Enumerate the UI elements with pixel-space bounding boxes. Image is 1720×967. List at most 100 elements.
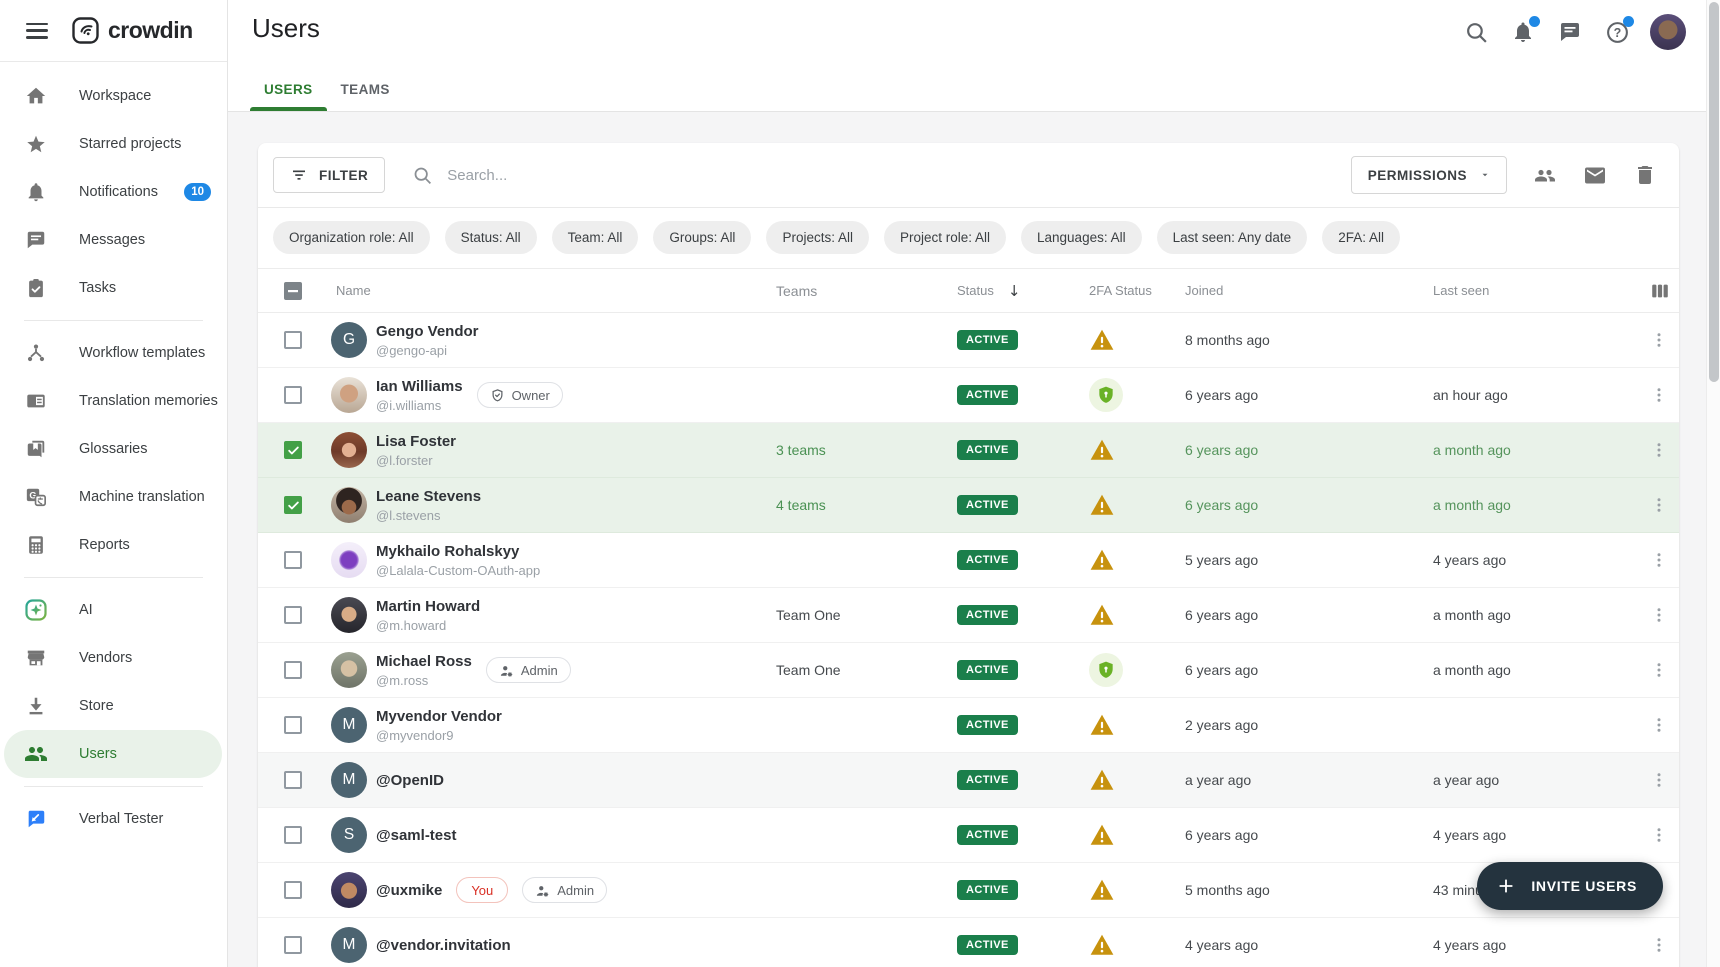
row-menu-icon[interactable] (1649, 493, 1669, 517)
user-name: Michael Ross (376, 653, 472, 670)
svg-text:?: ? (1613, 25, 1621, 39)
row-checkbox[interactable] (284, 716, 302, 734)
table-row[interactable]: Mykhailo Rohalskyy@Lalala-Custom-OAuth-a… (258, 533, 1679, 588)
table-row[interactable]: Martin Howard@m.howardTeam OneACTIVE6 ye… (258, 588, 1679, 643)
filter-chip-last-seen[interactable]: Last seen: Any date (1157, 221, 1308, 254)
row-menu-icon[interactable] (1649, 658, 1669, 682)
sidebar-item-users[interactable]: Users (4, 730, 222, 778)
table-row[interactable]: Leane Stevens@l.stevens4 teamsACTIVE6 ye… (258, 478, 1679, 533)
notifications-icon[interactable] (1510, 19, 1536, 45)
filter-button[interactable]: FILTER (273, 157, 385, 193)
row-menu-icon[interactable] (1649, 768, 1669, 792)
admin-chip: Admin (522, 877, 607, 903)
row-checkbox[interactable] (284, 936, 302, 954)
row-menu-icon[interactable] (1649, 823, 1669, 847)
column-settings-icon[interactable] (1648, 279, 1672, 303)
row-menu-icon[interactable] (1649, 383, 1669, 407)
hamburger-menu-icon[interactable] (26, 23, 48, 39)
messages-icon[interactable] (1557, 19, 1583, 45)
crowdin-logo[interactable]: crowdin (72, 17, 193, 44)
table-row[interactable]: S@saml-testACTIVE6 years ago4 years ago (258, 808, 1679, 863)
sidebar-item-workflow-templates[interactable]: Workflow templates (0, 329, 227, 377)
avatar (331, 652, 367, 688)
sidebar-item-tasks[interactable]: Tasks (0, 264, 227, 312)
filter-chip-project-role[interactable]: Project role: All (884, 221, 1006, 254)
user-name: @OpenID (376, 772, 444, 789)
table-row[interactable]: M@vendor.invitationACTIVE4 years ago4 ye… (258, 918, 1679, 967)
sidebar-item-ai[interactable]: AI (0, 586, 227, 634)
table-row[interactable]: M@OpenIDACTIVEa year agoa year ago (258, 753, 1679, 808)
table-row[interactable]: Lisa Foster@l.forster3 teamsACTIVE6 year… (258, 423, 1679, 478)
filter-chip-projects[interactable]: Projects: All (766, 221, 869, 254)
sidebar-item-vendors[interactable]: Vendors (0, 634, 227, 682)
invite-users-button[interactable]: INVITE USERS (1477, 862, 1663, 910)
sidebar-item-machine-translation[interactable]: GMachine translation (0, 473, 227, 521)
table-row[interactable]: @uxmikeYouAdminACTIVE5 months ago43 minu… (258, 863, 1679, 918)
tab-teams[interactable]: TEAMS (327, 67, 404, 111)
row-menu-icon[interactable] (1649, 548, 1669, 572)
page-scrollbar[interactable] (1706, 0, 1720, 967)
status-badge: ACTIVE (957, 935, 1018, 955)
row-checkbox[interactable] (284, 771, 302, 789)
select-all-checkbox[interactable] (284, 282, 302, 300)
sidebar-item-messages[interactable]: Messages (0, 216, 227, 264)
user-name-block: Michael Ross@m.ross (376, 653, 472, 688)
2fa-warning-icon (1089, 437, 1115, 463)
filter-chip-organization-role[interactable]: Organization role: All (273, 221, 430, 254)
table-row[interactable]: MMyvendor Vendor@myvendor9ACTIVE2 years … (258, 698, 1679, 753)
avatar: M (331, 762, 367, 798)
row-checkbox[interactable] (284, 331, 302, 349)
table-row[interactable]: GGengo Vendor@gengo-apiACTIVE8 months ag… (258, 313, 1679, 368)
last-seen-cell: a year ago (1433, 772, 1648, 788)
row-checkbox[interactable] (284, 881, 302, 899)
user-avatar[interactable] (1650, 14, 1686, 50)
row-checkbox[interactable] (284, 661, 302, 679)
column-header-status[interactable]: Status↓ (957, 282, 1078, 300)
sidebar-item-verbal-tester[interactable]: Verbal Tester (0, 795, 227, 843)
invite-users-label: INVITE USERS (1531, 878, 1637, 894)
filter-chip-languages[interactable]: Languages: All (1021, 221, 1142, 254)
row-checkbox[interactable] (284, 606, 302, 624)
row-checkbox[interactable] (284, 441, 302, 459)
search-input[interactable] (447, 167, 767, 184)
teams-cell[interactable]: 4 teams (776, 497, 826, 513)
sidebar-item-workspace[interactable]: Workspace (0, 72, 227, 120)
sidebar-item-label: Users (79, 746, 117, 762)
row-checkbox[interactable] (284, 386, 302, 404)
home-icon (24, 84, 48, 108)
add-to-team-icon[interactable] (1533, 163, 1557, 187)
permissions-dropdown[interactable]: PERMISSIONS (1351, 156, 1507, 194)
row-menu-icon[interactable] (1649, 438, 1669, 462)
last-seen-cell: a month ago (1433, 497, 1648, 513)
teams-cell[interactable]: 3 teams (776, 442, 826, 458)
mail-icon[interactable] (1583, 163, 1607, 187)
filter-chip-status[interactable]: Status: All (445, 221, 537, 254)
2fa-warning-icon (1089, 602, 1115, 628)
filter-chip-2fa[interactable]: 2FA: All (1322, 221, 1400, 254)
row-menu-icon[interactable] (1649, 328, 1669, 352)
row-menu-icon[interactable] (1649, 603, 1669, 627)
sidebar-item-glossaries[interactable]: Glossaries (0, 425, 227, 473)
trash-icon[interactable] (1633, 163, 1657, 187)
row-checkbox[interactable] (284, 551, 302, 569)
last-seen-cell: an hour ago (1433, 387, 1648, 403)
sidebar-item-translation-memories[interactable]: Translation memories (0, 377, 227, 425)
tab-users[interactable]: USERS (250, 67, 327, 111)
row-menu-icon[interactable] (1649, 713, 1669, 737)
joined-cell: 2 years ago (1185, 717, 1433, 733)
row-menu-icon[interactable] (1649, 933, 1669, 957)
scrollbar-thumb[interactable] (1709, 2, 1719, 382)
filter-chip-groups[interactable]: Groups: All (653, 221, 751, 254)
table-row[interactable]: Michael Ross@m.rossAdminTeam OneACTIVE6 … (258, 643, 1679, 698)
table-row[interactable]: Ian Williams@i.williamsOwnerACTIVE6 year… (258, 368, 1679, 423)
search-icon[interactable] (1463, 19, 1489, 45)
sidebar-item-label: Vendors (79, 650, 132, 666)
row-checkbox[interactable] (284, 496, 302, 514)
sidebar-item-store[interactable]: Store (0, 682, 227, 730)
sidebar-item-reports[interactable]: Reports (0, 521, 227, 569)
help-icon[interactable]: ? (1604, 19, 1630, 45)
row-checkbox[interactable] (284, 826, 302, 844)
sidebar-item-starred-projects[interactable]: Starred projects (0, 120, 227, 168)
sidebar-item-notifications[interactable]: Notifications10 (0, 168, 227, 216)
filter-chip-team[interactable]: Team: All (552, 221, 639, 254)
